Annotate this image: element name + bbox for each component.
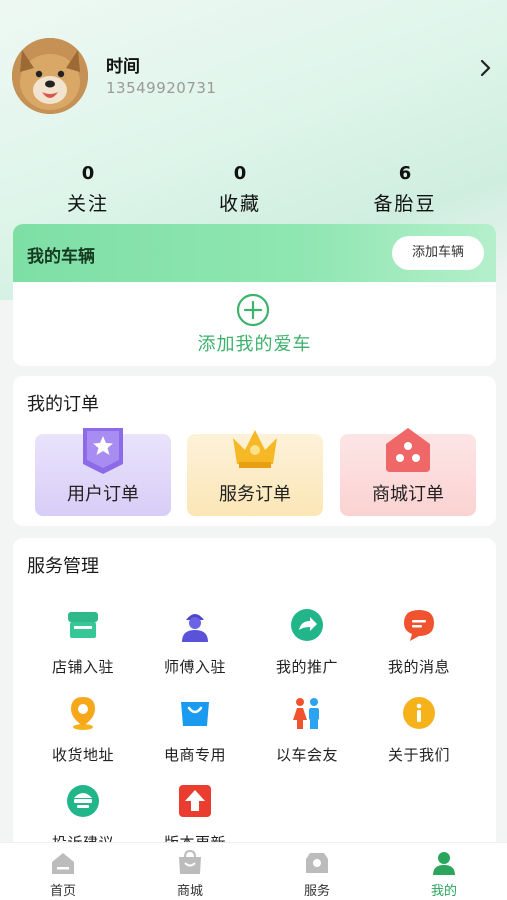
tab-mall[interactable]: 商城 — [127, 843, 253, 900]
service-label: 收货地址 — [51, 746, 114, 764]
location-icon — [71, 697, 95, 730]
add-vehicle-button[interactable]: 添加车辆 — [392, 236, 484, 270]
services-title: 服务管理 — [27, 556, 99, 577]
add-car-label[interactable]: 添加我的爱车 — [13, 330, 496, 356]
service-messages[interactable]: 我的消息 — [363, 606, 475, 686]
services-card: 服务管理 店铺入驻 师傅入驻 我的推广 我的消息 收货地址 电商专用 以车会友 … — [13, 538, 496, 868]
store-icon — [68, 612, 98, 638]
vehicle-title: 我的车辆 — [27, 247, 95, 267]
chevron-right-icon[interactable] — [473, 56, 497, 80]
vehicle-card: 我的车辆 添加车辆 添加我的爱车 — [13, 224, 496, 366]
stat-label: 关注 — [66, 193, 109, 215]
service-ecommerce[interactable]: 电商专用 — [139, 694, 251, 774]
profile-header[interactable]: 时间 13549920731 — [12, 38, 497, 114]
people-icon — [293, 698, 319, 729]
complaint-icon — [67, 785, 99, 817]
tab-label: 首页 — [49, 884, 76, 899]
service-worker-join[interactable]: 师傅入驻 — [139, 606, 251, 686]
stat-favorites[interactable]: 0 收藏 — [180, 162, 300, 216]
user-phone: 13549920731 — [106, 79, 217, 97]
tab-profile[interactable]: 我的 — [381, 843, 507, 900]
shop-house-icon — [386, 428, 430, 472]
mall-orders-label: 商城订单 — [372, 484, 444, 505]
stat-follow[interactable]: 0 关注 — [28, 162, 148, 216]
share-icon — [291, 609, 323, 641]
crown-icon — [233, 430, 277, 468]
user-name: 时间 — [106, 57, 140, 77]
user-order-icon — [83, 428, 123, 474]
service-label: 以车会友 — [275, 746, 338, 764]
user-orders-tile[interactable]: 用户订单 — [35, 428, 171, 516]
service-label: 师傅入驻 — [163, 658, 226, 676]
stat-value: 6 — [398, 163, 412, 184]
home-icon — [52, 853, 74, 874]
service-icon — [306, 853, 328, 873]
worker-icon — [182, 614, 208, 642]
service-about[interactable]: 关于我们 — [363, 694, 475, 774]
tab-label: 我的 — [430, 884, 457, 899]
service-label: 店铺入驻 — [51, 658, 114, 676]
plus-circle-icon[interactable] — [235, 292, 271, 328]
stat-value: 0 — [233, 163, 247, 184]
stat-label: 收藏 — [218, 193, 261, 215]
avatar[interactable] — [12, 38, 88, 114]
mall-orders-tile[interactable]: 商城订单 — [340, 428, 476, 516]
mall-icon — [179, 849, 201, 874]
service-address[interactable]: 收货地址 — [27, 694, 139, 774]
service-label: 我的消息 — [387, 658, 450, 676]
message-icon — [404, 610, 434, 641]
service-promotion[interactable]: 我的推广 — [251, 606, 363, 686]
vehicle-header: 我的车辆 添加车辆 — [13, 224, 496, 282]
tab-home[interactable]: 首页 — [0, 843, 126, 900]
info-icon — [403, 697, 435, 729]
tab-label: 服务 — [303, 884, 330, 899]
stat-beans[interactable]: 6 备胎豆 — [345, 162, 465, 216]
service-label: 我的推广 — [275, 658, 338, 676]
shopping-bag-icon — [181, 702, 209, 726]
stat-value: 0 — [81, 163, 95, 184]
update-icon — [179, 785, 211, 817]
service-label: 电商专用 — [163, 746, 226, 764]
bottom-tab-bar: 首页 商城 服务 我的 — [0, 842, 507, 900]
service-store-join[interactable]: 店铺入驻 — [27, 606, 139, 686]
tab-label: 商城 — [176, 884, 203, 899]
stats-row: 0 关注 0 收藏 6 备胎豆 — [0, 162, 507, 218]
orders-card: 我的订单 用户订单 服务订单 商城订单 — [13, 376, 496, 526]
tab-service[interactable]: 服务 — [254, 843, 380, 900]
user-orders-label: 用户订单 — [67, 484, 139, 505]
profile-icon — [433, 852, 455, 875]
orders-title: 我的订单 — [27, 394, 99, 415]
stat-label: 备胎豆 — [373, 193, 437, 215]
service-label: 关于我们 — [387, 746, 450, 764]
service-orders-tile[interactable]: 服务订单 — [187, 430, 323, 516]
service-car-friends[interactable]: 以车会友 — [251, 694, 363, 774]
service-orders-label: 服务订单 — [219, 484, 291, 505]
